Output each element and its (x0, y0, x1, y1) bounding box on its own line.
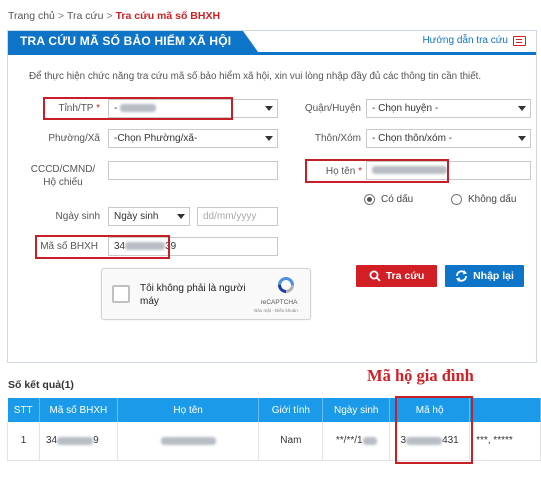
id-label: CCCD/CMND/ Hộ chiếu (30, 164, 96, 188)
column-header: Mã hộ (389, 398, 471, 422)
reset-button[interactable]: Nhập lại (445, 265, 524, 287)
redacted-value (372, 166, 447, 175)
hamlet-label: Thôn/Xóm (314, 133, 361, 144)
bhxh-label: Mã số BHXH (40, 241, 98, 252)
cell-gender: Nam (258, 422, 324, 461)
ward-label: Phường/Xã (48, 133, 100, 144)
radio-without-diacritics[interactable]: Không dấu (451, 194, 516, 205)
breadcrumb-lookup-link[interactable]: Tra cứu (67, 10, 103, 22)
book-icon (513, 35, 526, 46)
redacted-value (120, 104, 157, 113)
result-count: Số kết quả(1) (8, 379, 74, 391)
radio-unselected-icon (451, 194, 462, 205)
recaptcha-logo-icon (278, 277, 294, 293)
redacted-value (362, 436, 377, 445)
radio-with-diacritics[interactable]: Có dấu (364, 194, 413, 205)
redacted-value (406, 436, 443, 445)
district-label: Quận/Huyện (304, 103, 361, 114)
ward-select[interactable]: -Chọn Phường/xã- (108, 129, 278, 148)
province-label: Tỉnh/TP * (58, 103, 100, 114)
column-header: Họ tên (117, 398, 260, 422)
lookup-panel: TRA CỨU MÃ SỐ BẢO HIỂM XÃ HỘI Hướng dẫn … (7, 30, 537, 363)
recaptcha-checkbox[interactable] (112, 285, 130, 303)
recaptcha-widget: Tôi không phải là người máy reCAPTCHA Bả… (101, 268, 311, 320)
table-header-row: STT Mã số BHXH Họ tên Giới tính Ngày sin… (7, 398, 541, 422)
district-select[interactable]: - Chọn huyện - (366, 99, 531, 118)
refresh-icon (456, 270, 468, 282)
cell-bhxh: 34 9 (39, 422, 118, 461)
search-button[interactable]: Tra cứu (356, 265, 437, 287)
breadcrumb-separator: > (57, 10, 65, 22)
breadcrumb-separator: > (106, 10, 113, 22)
full-name-input[interactable] (366, 161, 531, 180)
redacted-value (160, 436, 216, 445)
redacted-value (57, 436, 94, 445)
column-header: Mã số BHXH (39, 398, 118, 422)
chevron-down-icon (265, 106, 273, 111)
chevron-down-icon (518, 106, 526, 111)
dob-type-select[interactable]: Ngày sinh (108, 207, 190, 226)
cell-household-code: 3 431 (389, 422, 471, 461)
column-header: Ngày sinh (322, 398, 391, 422)
guide-link-label: Hướng dẫn tra cứu (422, 35, 508, 46)
chevron-down-icon (518, 136, 526, 141)
instruction-text: Để thực hiện chức năng tra cứu mã số bảo… (29, 71, 482, 82)
table-row[interactable]: 1 34 9 Nam **/**/1 3 431 ***, ***** (7, 422, 541, 461)
name-label: Họ tên * (325, 166, 362, 177)
redacted-value (125, 242, 166, 251)
chevron-down-icon (177, 214, 185, 219)
breadcrumb-current: Tra cứu mã số BHXH (115, 10, 221, 22)
cell-stt: 1 (7, 422, 40, 461)
id-number-input[interactable] (108, 161, 278, 180)
cell-full-name (117, 422, 260, 461)
recaptcha-label: Tôi không phải là người máy (140, 283, 246, 307)
radio-selected-icon (364, 194, 375, 205)
household-code-annotation: Mã hộ gia đình (367, 366, 474, 385)
results-table: STT Mã số BHXH Họ tên Giới tính Ngày sin… (7, 398, 541, 461)
recaptcha-terms-link[interactable]: Bảo mật - Điều khoản (246, 308, 306, 313)
panel-header: TRA CỨU MÃ SỐ BẢO HIỂM XÃ HỘI Hướng dẫn … (8, 31, 536, 55)
dob-label: Ngày sinh (55, 211, 100, 222)
chevron-down-icon (265, 136, 273, 141)
breadcrumb: Trang chủ > Tra cứu > Tra cứu mã số BHXH (8, 10, 220, 22)
cell-extra: ***, ***** (469, 422, 541, 461)
bhxh-number-input[interactable]: 34 39 (108, 237, 278, 256)
column-header: Giới tính (258, 398, 324, 422)
recaptcha-brand: reCAPTCHA (260, 299, 298, 306)
search-icon (369, 270, 381, 282)
column-header: STT (7, 398, 40, 422)
dob-input[interactable]: dd/mm/yyyy (197, 207, 278, 226)
guide-link[interactable]: Hướng dẫn tra cứu (422, 35, 526, 46)
hamlet-select[interactable]: - Chọn thôn/xóm - (366, 129, 531, 148)
column-header-extra (469, 398, 541, 422)
panel-title: TRA CỨU MÃ SỐ BẢO HIỂM XÃ HỘI (8, 31, 258, 52)
cell-dob: **/**/1 (322, 422, 391, 461)
province-select[interactable]: - (108, 99, 278, 118)
breadcrumb-home-link[interactable]: Trang chủ (8, 10, 55, 22)
